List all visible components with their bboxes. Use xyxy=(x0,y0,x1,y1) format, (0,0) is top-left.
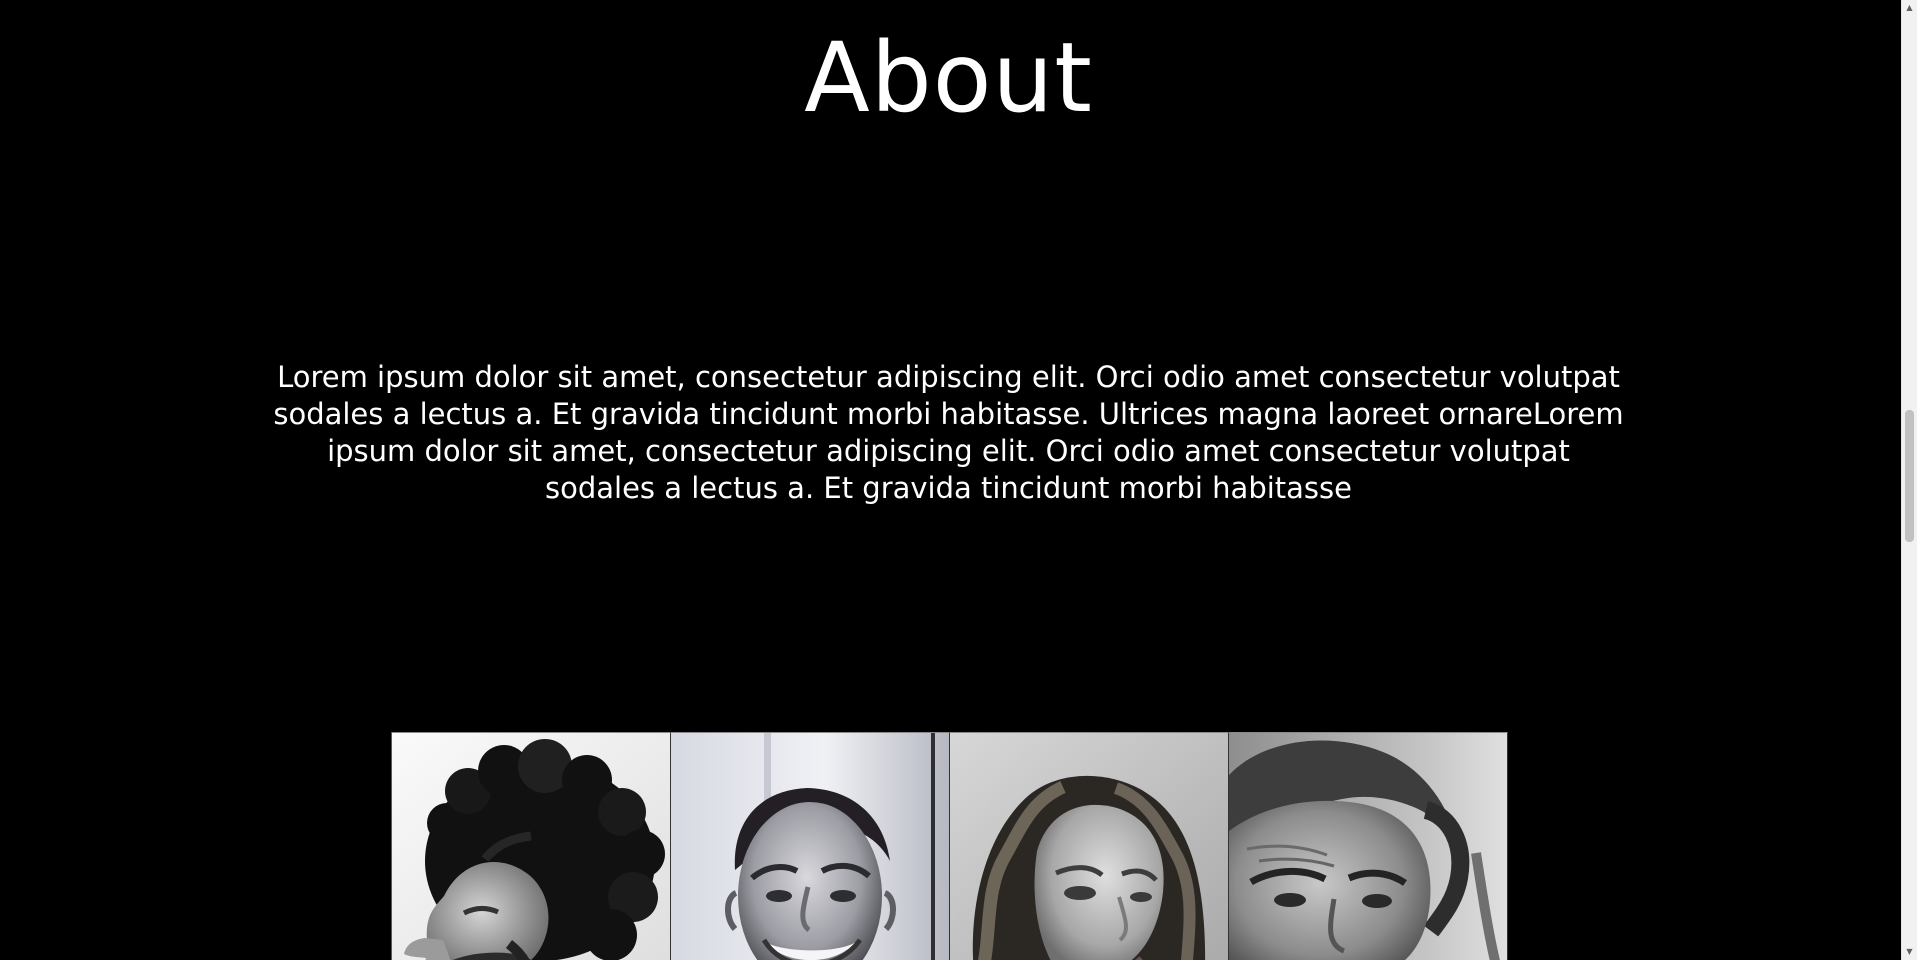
smiling-man-portrait-image xyxy=(671,733,949,960)
about-description: Lorem ipsum dolor sit amet, consectetur … xyxy=(273,360,1624,505)
curly-hair-man-profile-image xyxy=(392,733,670,960)
scrollbar-thumb[interactable] xyxy=(1905,410,1914,542)
scroll-down-icon[interactable]: ▼ xyxy=(1902,944,1917,960)
team-member-photo-2 xyxy=(671,732,950,960)
wavy-hair-woman-portrait-image xyxy=(950,733,1228,960)
about-page: About Lorem ipsum dolor sit amet, consec… xyxy=(0,0,1901,960)
team-photo-gallery xyxy=(391,732,1508,960)
vertical-scrollbar[interactable]: ▲ ▼ xyxy=(1901,0,1917,960)
scroll-up-icon[interactable]: ▲ xyxy=(1902,0,1917,16)
long-hair-man-closeup-image xyxy=(1229,733,1507,960)
team-member-photo-1 xyxy=(392,732,671,960)
team-member-photo-3 xyxy=(950,732,1229,960)
team-member-photo-4 xyxy=(1229,732,1508,960)
about-title: About xyxy=(804,22,1093,134)
